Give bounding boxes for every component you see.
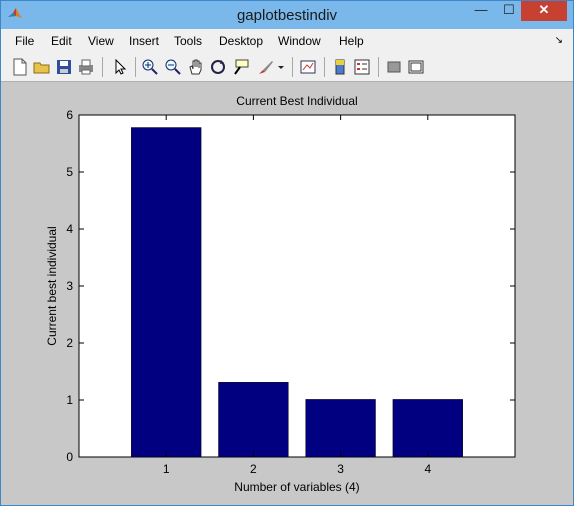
y-tick-label: 4 <box>66 222 73 236</box>
y-tick-label: 1 <box>66 393 73 407</box>
minimize-button[interactable]: — <box>467 1 495 21</box>
zoom-in-icon[interactable] <box>141 58 159 76</box>
hide-plot-tools-icon[interactable] <box>385 58 403 76</box>
y-tick-label: 0 <box>66 450 73 464</box>
y-tick-label: 3 <box>66 279 73 293</box>
bar-3 <box>305 399 376 458</box>
bar-4 <box>392 399 463 458</box>
pointer-icon[interactable] <box>111 58 129 76</box>
x-tick-label: 4 <box>424 462 431 476</box>
toolbar-separator <box>135 57 136 77</box>
rotate-icon[interactable] <box>209 58 227 76</box>
bar-1 <box>131 127 202 458</box>
y-axis-label: Current best individual <box>45 226 59 345</box>
menu-insert[interactable]: Insert <box>129 34 159 48</box>
close-button[interactable]: ✕ <box>521 1 567 21</box>
toolbar-separator <box>102 57 103 77</box>
menu-bar: File Edit View Insert Tools Desktop Wind… <box>1 29 573 53</box>
menu-tools[interactable]: Tools <box>174 34 202 48</box>
toolbar-separator <box>378 57 379 77</box>
data-cursor-icon[interactable] <box>232 58 250 76</box>
print-icon[interactable] <box>77 58 95 76</box>
show-plot-tools-icon[interactable] <box>407 58 425 76</box>
zoom-out-icon[interactable] <box>164 58 182 76</box>
save-icon[interactable] <box>55 58 73 76</box>
pan-icon[interactable] <box>187 58 205 76</box>
brush-dropdown-icon[interactable] <box>277 58 285 76</box>
x-axis-label: Number of variables (4) <box>234 480 359 494</box>
menu-file[interactable]: File <box>15 34 34 48</box>
toolbar-separator <box>324 57 325 77</box>
y-tick-label: 6 <box>66 108 73 122</box>
menu-view[interactable]: View <box>88 34 114 48</box>
new-figure-icon[interactable] <box>11 58 29 76</box>
y-tick-label: 2 <box>66 336 73 350</box>
y-tick-label: 5 <box>66 165 73 179</box>
link-plot-icon[interactable] <box>299 58 317 76</box>
x-tick-label: 3 <box>337 462 344 476</box>
figure-canvas: 0 1 2 3 4 5 6 1 2 3 4 Current Best Individual Num… <box>7 83 567 501</box>
chart-title: Current Best Individual <box>236 94 357 108</box>
figure-window: gaplotbestindiv — ☐ ✕ File Edit View Ins… <box>0 0 574 506</box>
menu-edit[interactable]: Edit <box>51 34 72 48</box>
x-tick-label: 2 <box>250 462 257 476</box>
x-tick-label: 1 <box>163 462 170 476</box>
colorbar-icon[interactable] <box>331 58 349 76</box>
bar-chart: 0 1 2 3 4 5 6 1 2 3 4 Current Best Individual Num… <box>45 94 516 494</box>
maximize-button[interactable]: ☐ <box>495 1 523 21</box>
legend-icon[interactable] <box>353 58 371 76</box>
toolbar <box>1 53 573 82</box>
toolbar-separator <box>292 57 293 77</box>
menu-window[interactable]: Window <box>278 34 321 48</box>
menu-help[interactable]: Help <box>339 34 364 48</box>
brush-icon[interactable] <box>257 58 275 76</box>
dock-arrow-icon[interactable]: ↘ <box>555 35 563 46</box>
bar-2 <box>218 382 289 458</box>
title-bar[interactable]: gaplotbestindiv — ☐ ✕ <box>1 1 573 29</box>
menu-desktop[interactable]: Desktop <box>219 34 263 48</box>
open-file-icon[interactable] <box>33 58 51 76</box>
